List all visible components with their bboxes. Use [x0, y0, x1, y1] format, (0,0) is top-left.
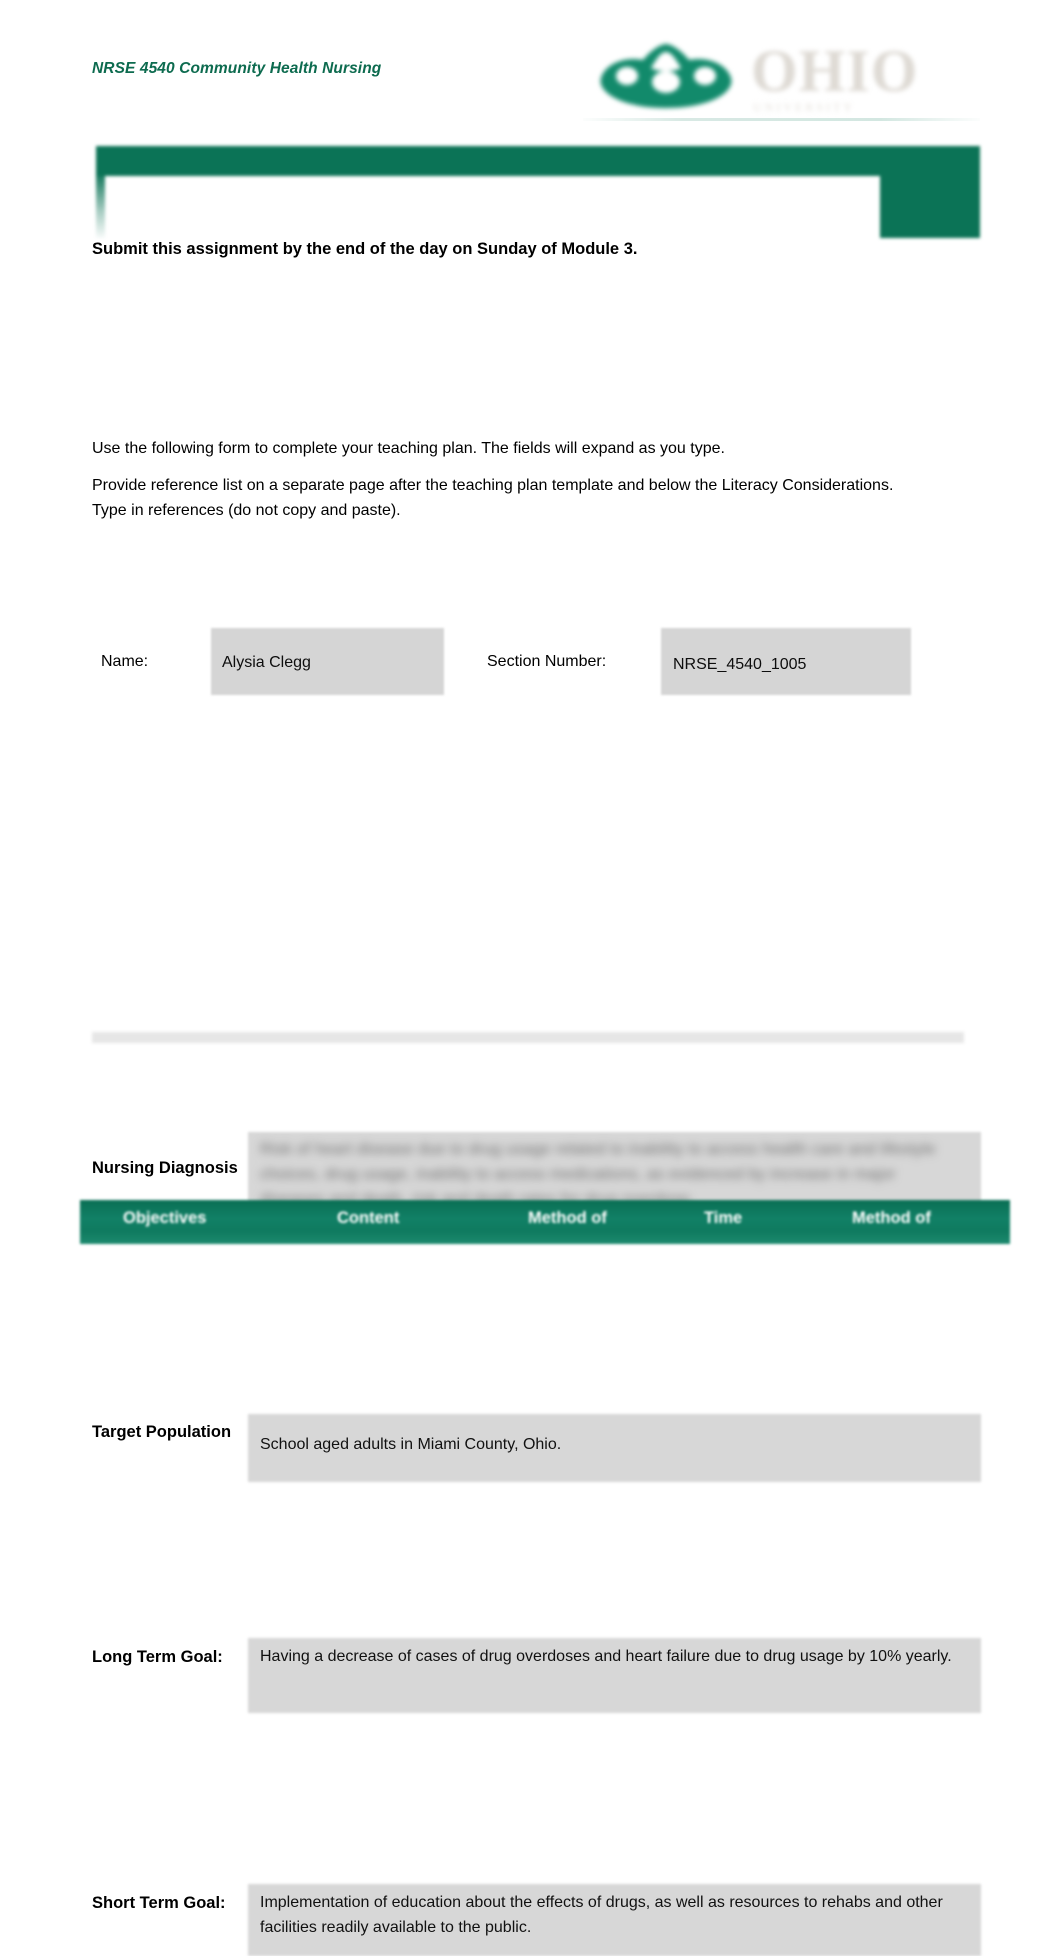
- identity-row: Name: Alysia Clegg Section Number: NRSE_…: [0, 314, 1062, 695]
- table-column-objectives: Objectives: [123, 1209, 207, 1227]
- table-column-time: Time: [704, 1209, 743, 1227]
- table-column-content: Content: [337, 1209, 400, 1227]
- long-term-goal-label: Long Term Goal:: [92, 1648, 223, 1666]
- table-column-method-of-evaluation: Method of: [852, 1209, 931, 1227]
- long-term-goal-value[interactable]: Having a decrease of cases of drug overd…: [260, 1644, 966, 1669]
- short-term-goal-label: Short Term Goal:: [92, 1894, 226, 1912]
- ohio-university-subtitle: UNIVERSITY: [753, 100, 855, 114]
- document-page: NRSE 4540 Community Health Nursing OHIO …: [0, 0, 1062, 1956]
- form-row-target-population: Target Population School aged adults in …: [0, 706, 1062, 1482]
- form-row-long-term-goal: Long Term Goal: Having a decrease of cas…: [0, 818, 1062, 1713]
- instruction-paragraph-2: Provide reference list on a separate pag…: [92, 477, 894, 519]
- teaching-plan-table-header: Objectives Content Method of Time Method…: [80, 1200, 1010, 1244]
- target-population-value[interactable]: School aged adults in Miami County, Ohio…: [260, 1432, 960, 1457]
- ohio-bobcat-logo-icon: [594, 44, 738, 110]
- frame-left-bar: [96, 146, 105, 238]
- header-rule: [583, 118, 980, 121]
- section-divider: [92, 1032, 964, 1043]
- decorative-green-frame: [88, 138, 984, 246]
- submit-instruction: Submit this assignment by the end of the…: [92, 240, 638, 258]
- course-title: NRSE 4540 Community Health Nursing: [92, 60, 382, 77]
- target-population-label: Target Population: [92, 1423, 232, 1441]
- short-term-goal-value[interactable]: Implementation of education about the ef…: [260, 1890, 950, 1940]
- nursing-diagnosis-label: Nursing Diagnosis: [92, 1159, 238, 1177]
- frame-top-bar: [96, 146, 980, 176]
- instruction-paragraph-1: Use the following form to complete your …: [92, 440, 725, 457]
- document-header: NRSE 4540 Community Health Nursing OHIO …: [0, 0, 1062, 125]
- form-row-short-term-goal: Short Term Goal: Implementation of educa…: [0, 941, 1062, 1956]
- ohio-wordmark: OHIO: [751, 38, 919, 104]
- frame-corner-block: [880, 146, 980, 238]
- ohio-university-logo: OHIO UNIVERSITY: [583, 32, 983, 120]
- table-column-method-of-instruction: Method of: [528, 1209, 607, 1227]
- form-row-nursing-diagnosis: Nursing Diagnosis Risk of heart disease …: [0, 565, 1062, 1225]
